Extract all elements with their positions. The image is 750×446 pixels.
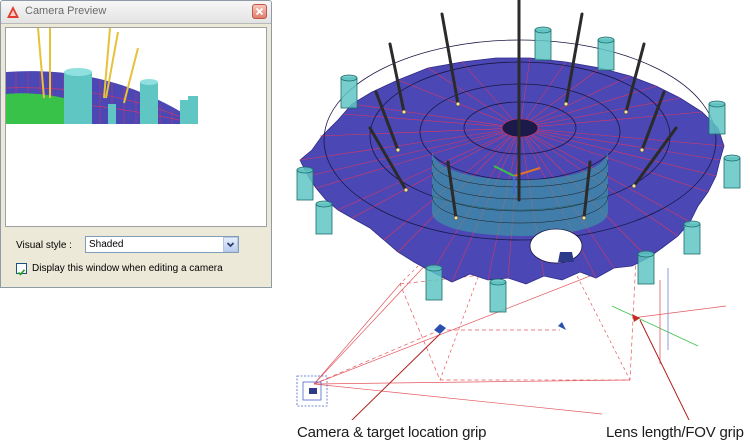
roof-surface <box>299 57 725 285</box>
title-bar[interactable]: Camera Preview <box>1 1 271 24</box>
checkmark-icon <box>17 269 26 276</box>
display-window-checkbox[interactable] <box>16 263 27 276</box>
camera-target-grip-caption: Camera & target location grip <box>297 424 487 441</box>
dialog-title: Camera Preview <box>25 5 107 17</box>
callout-leaders <box>351 319 690 420</box>
lens-fov-grip[interactable] <box>611 268 727 364</box>
chevron-down-icon <box>226 242 235 248</box>
display-window-checkbox-label: Display this window when editing a camer… <box>32 263 223 274</box>
camera-preview-viewport[interactable] <box>5 27 267 227</box>
app-icon <box>6 5 20 19</box>
camera-preview-dialog: Camera Preview Visual style: Shaded Dis… <box>0 0 272 288</box>
camera-target-grip[interactable] <box>434 322 566 334</box>
visual-style-value: Shaded <box>89 239 124 250</box>
target-glyph <box>558 252 574 262</box>
close-icon <box>255 7 264 16</box>
model-viewport[interactable] <box>280 0 750 420</box>
visual-style-dropdown-button[interactable] <box>223 237 238 252</box>
roof-opening <box>529 228 583 264</box>
visual-style-select[interactable]: Shaded <box>85 236 239 253</box>
visual-style-label: Visual style : <box>16 240 72 251</box>
close-button[interactable] <box>252 4 267 19</box>
lens-fov-grip-caption: Lens length/FOV grip <box>606 424 744 441</box>
